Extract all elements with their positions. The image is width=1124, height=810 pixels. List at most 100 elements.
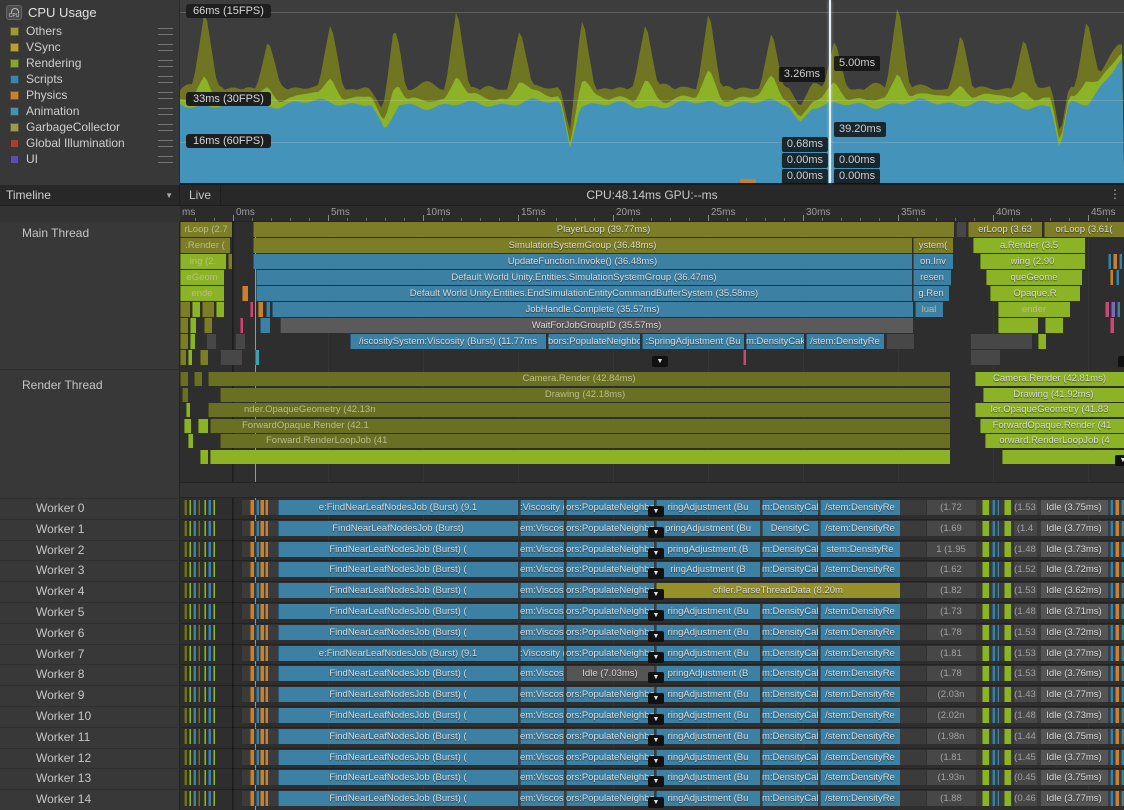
timeline-span[interactable]: [1004, 583, 1011, 598]
timeline-span[interactable]: [256, 770, 259, 785]
timeline-span[interactable]: [250, 625, 254, 640]
timeline-span[interactable]: [240, 318, 243, 333]
timeline-span[interactable]: [256, 604, 259, 619]
timeline-span[interactable]: [189, 604, 191, 619]
timeline-span[interactable]: :SpringAdjustment (Bu: [642, 334, 744, 349]
timeline-span[interactable]: [1004, 666, 1011, 681]
timeline-span[interactable]: (1.82: [926, 583, 976, 598]
timeline-span[interactable]: /stem:DensityRe: [820, 770, 900, 785]
timeline-span[interactable]: [213, 729, 215, 744]
timeline-span[interactable]: em:Viscosity (B: [520, 604, 564, 619]
expand-marker[interactable]: ▼: [648, 631, 664, 642]
timeline-span[interactable]: [184, 500, 187, 515]
timeline-span[interactable]: [190, 334, 195, 349]
timeline-span[interactable]: [997, 500, 999, 515]
timeline-span[interactable]: [184, 770, 187, 785]
timeline-span[interactable]: Idle (3.77ms): [1040, 687, 1108, 702]
drag-handle-icon[interactable]: [158, 92, 173, 99]
worker-label[interactable]: Worker 5: [36, 605, 84, 619]
timeline-span[interactable]: [743, 350, 746, 365]
thread-label-main[interactable]: Main Thread: [22, 226, 89, 240]
timeline-span[interactable]: pringAdjustment (B: [656, 666, 760, 681]
expand-marker[interactable]: ▼: [1118, 356, 1124, 367]
timeline-span[interactable]: [184, 708, 187, 723]
timeline-span[interactable]: [210, 450, 950, 464]
timeline-span[interactable]: ors:PopulateNeighbours (: [566, 604, 654, 619]
timeline-span[interactable]: (0.45: [1013, 770, 1037, 785]
timeline-span[interactable]: [997, 604, 999, 619]
timeline-span[interactable]: [1115, 666, 1119, 681]
timeline-span[interactable]: [260, 542, 264, 557]
timeline-span[interactable]: [204, 521, 206, 536]
timeline-span[interactable]: ors:PopulateNeighbours (: [566, 521, 654, 536]
legend-item-animation[interactable]: Animation: [0, 103, 179, 119]
timeline-span[interactable]: [1115, 542, 1119, 557]
timeline-span[interactable]: [992, 729, 995, 744]
expand-marker[interactable]: ▼: [648, 797, 664, 808]
timeline-span[interactable]: /iscositySystem:Viscosity (Burst) (11.77…: [350, 334, 546, 349]
timeline-span[interactable]: [992, 500, 995, 515]
timeline-span[interactable]: /stem:DensityRe: [820, 604, 900, 619]
legend-item-garbagecollector[interactable]: GarbageCollector: [0, 119, 179, 135]
timeline-span[interactable]: Drawing (42.18ms): [220, 388, 950, 402]
timeline-span[interactable]: [265, 562, 268, 577]
timeline-span[interactable]: orward.RenderLoopJob (4: [985, 434, 1124, 448]
legend-item-others[interactable]: Others: [0, 23, 179, 39]
worker-label[interactable]: Worker 3: [36, 563, 84, 577]
expand-marker[interactable]: ▼: [1115, 455, 1124, 466]
timeline-span[interactable]: m:DensityCalc: [762, 770, 818, 785]
timeline-span[interactable]: [242, 286, 248, 301]
thread-label-render[interactable]: Render Thread: [22, 378, 103, 392]
timeline-span[interactable]: [997, 770, 999, 785]
timeline-span[interactable]: [998, 318, 1038, 333]
timeline-span[interactable]: [982, 729, 989, 744]
timeline-span[interactable]: [198, 666, 200, 681]
timeline-span[interactable]: [256, 562, 259, 577]
timeline-span[interactable]: [997, 625, 999, 640]
timeline-span[interactable]: ringAdjustment (Bu: [656, 625, 760, 640]
timeline-span[interactable]: JobHandle.Complete (35.57ms): [272, 302, 913, 317]
timeline-span[interactable]: [265, 708, 268, 723]
timeline-span[interactable]: m:DensityCalc: [762, 666, 818, 681]
timeline-span[interactable]: [208, 750, 211, 765]
timeline-span[interactable]: [180, 334, 188, 349]
timeline-span[interactable]: Camera.Render (42.84ms): [208, 372, 950, 386]
timeline-span[interactable]: (1.45: [1013, 750, 1037, 765]
timeline-span[interactable]: [208, 687, 211, 702]
timeline-span[interactable]: [208, 604, 211, 619]
timeline-span[interactable]: orLoop (3.61(: [1044, 222, 1124, 237]
timeline-span[interactable]: [184, 583, 187, 598]
timeline-span[interactable]: [1110, 708, 1113, 723]
timeline-span[interactable]: [250, 666, 254, 681]
timeline-span[interactable]: [189, 583, 191, 598]
timeline-span[interactable]: [198, 604, 200, 619]
timeline-span[interactable]: /stem:DensityRe: [806, 334, 884, 349]
timeline-span[interactable]: /stem:DensityRe: [820, 562, 900, 577]
timeline-span[interactable]: FindNearLeafNodesJob (Burst) (: [278, 625, 518, 640]
timeline-span[interactable]: [250, 646, 254, 661]
timeline-span[interactable]: m:DensityCalc: [762, 646, 818, 661]
timeline-span[interactable]: [1004, 791, 1011, 806]
timeline-span[interactable]: [1004, 729, 1011, 744]
timeline-span[interactable]: [200, 450, 208, 464]
timeline-span[interactable]: ofiler.ParseThreadData (8.20m: [656, 583, 900, 598]
timeline-span[interactable]: [260, 646, 264, 661]
timeline-span[interactable]: [180, 318, 188, 333]
timeline-span[interactable]: [180, 302, 190, 317]
legend-item-vsync[interactable]: VSync: [0, 39, 179, 55]
timeline-span[interactable]: Idle (3.73ms): [1040, 542, 1108, 557]
timeline-span[interactable]: bors:PopulateNeighbours (E: [548, 334, 640, 349]
timeline-span[interactable]: [1115, 708, 1119, 723]
timeline-span[interactable]: .Render (: [180, 238, 230, 253]
timeline-span[interactable]: [1045, 318, 1063, 333]
timeline-span[interactable]: [260, 583, 264, 598]
timeline-span[interactable]: Default World Unity.Entities.EndSimulati…: [256, 286, 912, 301]
timeline-span[interactable]: [204, 770, 206, 785]
timeline-span[interactable]: [265, 770, 268, 785]
timeline-span[interactable]: [265, 687, 268, 702]
legend-item-physics[interactable]: Physics: [0, 87, 179, 103]
timeline-span[interactable]: [1004, 750, 1011, 765]
timeline-span[interactable]: (2.02n: [926, 708, 976, 723]
timeline-span[interactable]: Idle (3.75ms): [1040, 729, 1108, 744]
timeline-span[interactable]: [213, 666, 215, 681]
